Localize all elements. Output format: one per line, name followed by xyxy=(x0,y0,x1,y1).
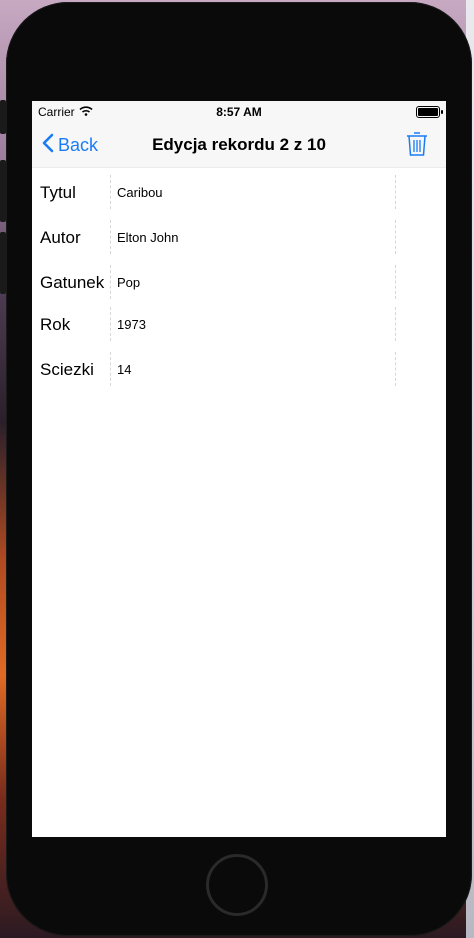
battery-icon xyxy=(416,106,443,118)
volume-down-button xyxy=(0,232,6,294)
navigation-bar: Back Edycja rekordu 2 z 10 xyxy=(32,123,446,168)
rok-input[interactable]: 1973 xyxy=(110,307,396,341)
home-button[interactable] xyxy=(206,854,268,916)
field-label-rok: Rok xyxy=(40,315,71,334)
field-row-sciezki: Sciezki 14 xyxy=(32,352,446,386)
field-label-sciezki: Sciezki xyxy=(40,360,94,379)
field-label-autor: Autor xyxy=(40,228,81,247)
status-bar: Carrier 8:57 AM xyxy=(32,101,446,123)
field-label-gatunek: Gatunek xyxy=(40,273,105,292)
field-row-autor: Autor Elton John xyxy=(32,220,446,254)
autor-input[interactable]: Elton John xyxy=(110,220,396,254)
field-label-tytul: Tytul xyxy=(40,183,76,202)
app-screen: Carrier 8:57 AM Back Edycja rekordu 2 z … xyxy=(32,101,446,837)
volume-up-button xyxy=(0,160,6,222)
field-row-tytul: Tytul Caribou xyxy=(32,175,446,209)
mute-switch xyxy=(0,100,6,134)
delete-button[interactable] xyxy=(406,131,428,162)
page-title: Edycja rekordu 2 z 10 xyxy=(152,135,326,154)
gatunek-input[interactable]: Pop xyxy=(110,265,396,299)
field-row-rok: Rok 1973 xyxy=(32,307,446,341)
field-row-gatunek: Gatunek Pop xyxy=(32,265,446,299)
sciezki-input[interactable]: 14 xyxy=(110,352,396,386)
trash-icon xyxy=(406,132,428,161)
status-time: 8:57 AM xyxy=(216,105,262,119)
tytul-input[interactable]: Caribou xyxy=(110,175,396,209)
